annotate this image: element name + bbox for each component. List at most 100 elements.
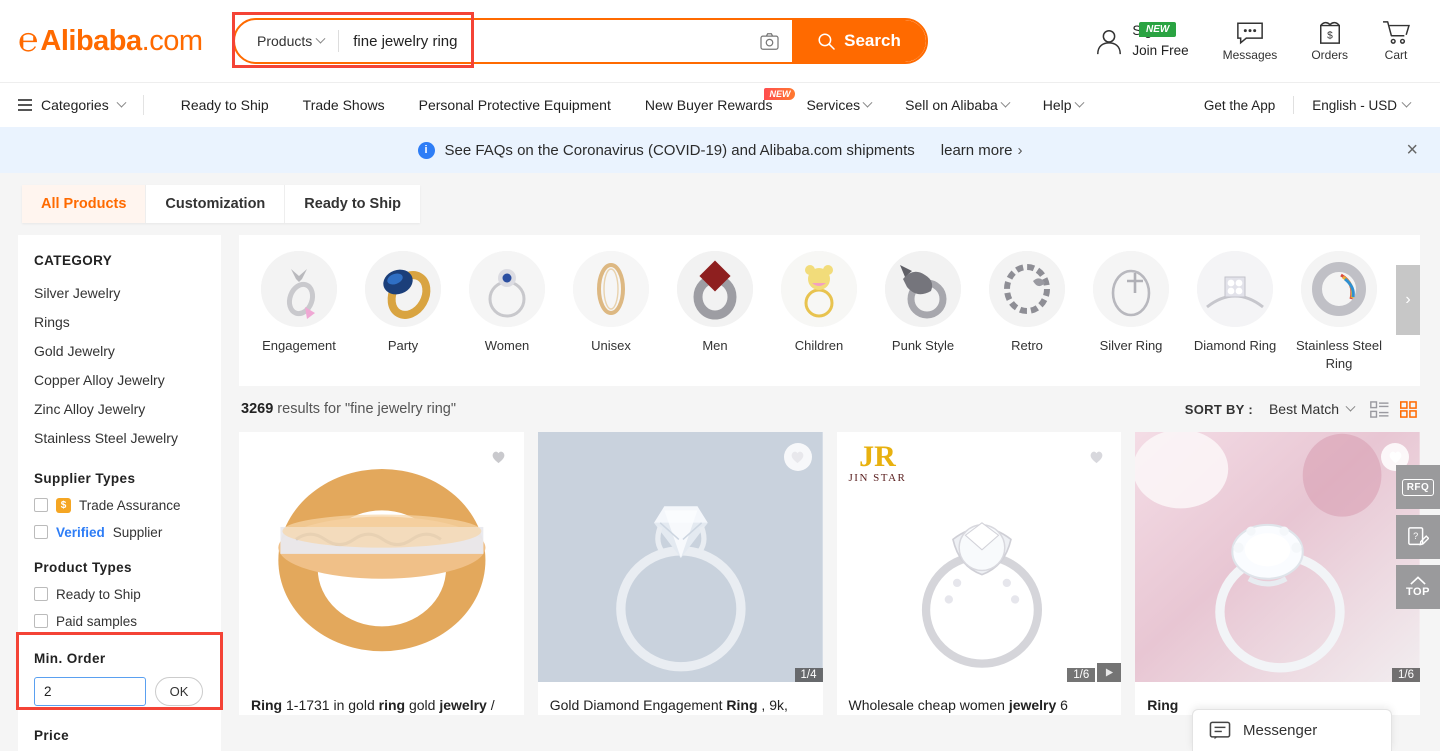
title-text: Gold Diamond Engagement (550, 697, 727, 713)
list-view-icon[interactable] (1370, 401, 1389, 418)
filter-ready-to-ship[interactable]: Ready to Ship (34, 587, 205, 602)
chevron-right-icon: › (1017, 142, 1022, 159)
sidebar-item-stainless-steel-jewelry[interactable]: Stainless Steel Jewelry (34, 427, 205, 450)
title-keyword: jewelry (439, 697, 486, 713)
messages-button[interactable]: Messages (1223, 21, 1278, 62)
carousel-next-button[interactable]: › (1396, 265, 1420, 335)
sidebar-item-rings[interactable]: Rings (34, 311, 205, 334)
favorite-button[interactable] (485, 443, 513, 471)
carousel-item-party[interactable]: Party (351, 251, 455, 372)
alibaba-logo[interactable]: ℮ Alibaba.com (18, 24, 233, 58)
carousel-item-unisex[interactable]: Unisex (559, 251, 663, 372)
sidebar-item-copper-alloy-jewelry[interactable]: Copper Alloy Jewelry (34, 369, 205, 392)
supplier-brand-logo: JR JIN STAR (849, 442, 907, 484)
search-input[interactable] (339, 20, 746, 62)
unisex-ring-image (573, 251, 649, 327)
product-title[interactable]: Wholesale cheap women jewelry 6 (837, 682, 1122, 715)
filter-trade-assurance[interactable]: $ Trade Assurance (34, 498, 205, 513)
product-image[interactable]: 1/4 (538, 432, 823, 682)
tab-ready-to-ship[interactable]: Ready to Ship (285, 185, 420, 223)
search-category-select[interactable]: Products (235, 20, 338, 62)
tab-customization[interactable]: Customization (146, 185, 285, 223)
carousel-item-silver-ring[interactable]: Silver Ring (1079, 251, 1183, 372)
product-card[interactable]: 1/6 Ring (1135, 432, 1420, 715)
carousel-item-punk-style[interactable]: Punk Style (871, 251, 975, 372)
grid-view-icon[interactable] (1399, 401, 1418, 418)
min-order-ok-button[interactable]: OK (155, 677, 203, 706)
image-search-button[interactable] (746, 20, 792, 62)
chevron-down-icon (116, 97, 126, 107)
carousel-label: Retro (1011, 337, 1043, 355)
rfq-icon: RFQ (1402, 479, 1435, 496)
title-keyword: ring (379, 697, 405, 713)
carousel-label: Party (388, 337, 418, 355)
product-card[interactable]: Ring 1-1731 in gold ring gold jewelry / (239, 432, 524, 715)
tab-label: All Products (41, 196, 126, 212)
feedback-button[interactable]: ? (1396, 515, 1440, 559)
filter-paid-samples[interactable]: Paid samples (34, 614, 205, 629)
sort-by-select[interactable]: Best Match (1269, 401, 1354, 417)
back-to-top-button[interactable]: TOP (1396, 565, 1440, 609)
carousel-item-stainless-steel-ring[interactable]: Stainless Steel Ring (1287, 251, 1391, 372)
tab-all-products[interactable]: All Products (22, 185, 146, 223)
nav-item-ready-to-ship[interactable]: Ready to Ship (164, 97, 286, 113)
image-counter: 1/4 (795, 668, 823, 682)
carousel-item-retro[interactable]: Retro (975, 251, 1079, 372)
carousel-item-men[interactable]: Men (663, 251, 767, 372)
chevron-down-icon (1074, 97, 1084, 107)
covid-close-button[interactable]: × (1406, 140, 1418, 160)
join-free-label[interactable]: Join Free (1132, 41, 1188, 61)
search-button[interactable]: Search (792, 20, 926, 62)
orders-button[interactable]: $ Orders (1311, 20, 1348, 62)
carousel-thumb (677, 251, 753, 327)
orders-label: Orders (1311, 48, 1348, 62)
carousel-item-women[interactable]: Women (455, 251, 559, 372)
rfq-button[interactable]: RFQ (1396, 465, 1440, 509)
carousel-thumb (1197, 251, 1273, 327)
messenger-widget[interactable]: Messenger (1192, 709, 1392, 751)
favorite-button[interactable] (784, 443, 812, 471)
filter-verified-supplier[interactable]: Verified Supplier (34, 525, 205, 540)
nav-item-help[interactable]: Help (1026, 97, 1100, 113)
checkbox-icon[interactable] (34, 587, 48, 601)
locale-selector[interactable]: English - USD (1312, 98, 1410, 113)
diamond-engagement-ring-image (538, 432, 823, 682)
alibaba-logo-text: Alibaba.com (40, 25, 202, 58)
product-title[interactable]: Ring 1-1731 in gold ring gold jewelry / (239, 682, 524, 715)
nav-item-new-buyer-rewards[interactable]: New Buyer Rewards NEW (628, 97, 790, 113)
carousel-item-children[interactable]: Children (767, 251, 871, 372)
product-title[interactable]: Gold Diamond Engagement Ring , 9k, (538, 682, 823, 715)
camera-icon (760, 33, 779, 50)
checkbox-icon[interactable] (34, 498, 48, 512)
nav-item-sell-on-alibaba[interactable]: Sell on Alibaba (888, 97, 1026, 113)
nav-item-services[interactable]: Services (789, 97, 888, 113)
carousel-item-engagement[interactable]: Engagement (247, 251, 351, 372)
get-the-app-link[interactable]: Get the App (1204, 98, 1275, 113)
product-image[interactable]: JR JIN STAR 1/6 (837, 432, 1122, 682)
price-heading: Price (34, 728, 205, 743)
sidebar-item-gold-jewelry[interactable]: Gold Jewelry (34, 340, 205, 363)
product-type-tabbar: All Products Customization Ready to Ship (0, 173, 1440, 235)
product-image[interactable] (239, 432, 524, 682)
product-card[interactable]: 1/4 Gold Diamond Engagement Ring , 9k, (538, 432, 823, 715)
nav-separator (143, 95, 144, 115)
filter-label: Supplier (113, 525, 163, 540)
sidebar-item-silver-jewelry[interactable]: Silver Jewelry (34, 282, 205, 305)
site-header: ℮ Alibaba.com Products (0, 0, 1440, 82)
checkbox-icon[interactable] (34, 614, 48, 628)
nav-item-ppe[interactable]: Personal Protective Equipment (402, 97, 628, 113)
min-order-input[interactable] (34, 677, 146, 706)
product-image[interactable]: 1/6 (1135, 432, 1420, 682)
nav-label: Ready to Ship (181, 97, 269, 113)
filter-sidebar: CATEGORY Silver Jewelry Rings Gold Jewel… (18, 235, 221, 751)
nav-categories-button[interactable]: Categories (18, 97, 143, 113)
sidebar-item-zinc-alloy-jewelry[interactable]: Zinc Alloy Jewelry (34, 398, 205, 421)
product-card[interactable]: JR JIN STAR 1/6 Wholesale cheap women je… (837, 432, 1122, 715)
checkbox-icon[interactable] (34, 525, 48, 539)
nav-item-trade-shows[interactable]: Trade Shows (286, 97, 402, 113)
video-play-button[interactable] (1097, 663, 1121, 682)
carousel-item-diamond-ring[interactable]: Diamond Ring (1183, 251, 1287, 372)
cart-button[interactable]: Cart (1382, 20, 1410, 62)
covid-learn-more-link[interactable]: learn more › (941, 142, 1023, 159)
carousel-thumb (261, 251, 337, 327)
